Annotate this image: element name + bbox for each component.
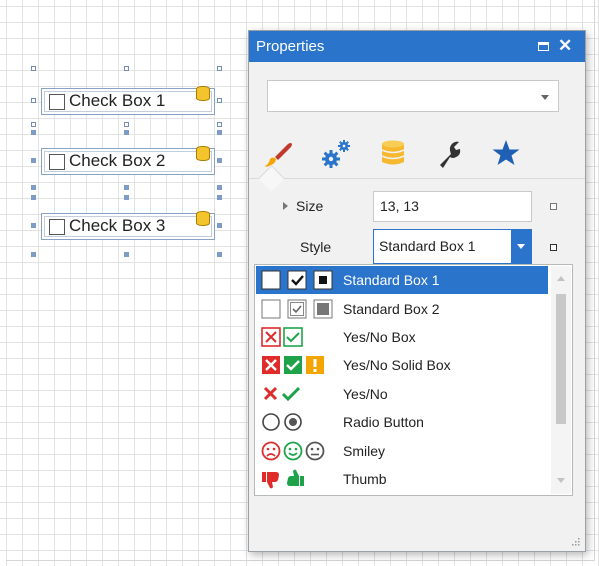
radio-button-icons [262, 413, 302, 431]
scroll-thumb[interactable] [556, 294, 566, 424]
resize-handle[interactable] [124, 66, 129, 71]
resize-handle[interactable] [31, 98, 36, 103]
resize-handle[interactable] [217, 185, 222, 190]
size-value: 13, 13 [380, 198, 419, 214]
yes-no-icons [263, 386, 301, 402]
checkbox-square [49, 219, 65, 235]
chevron-down-icon[interactable] [541, 95, 549, 100]
tab-behavior[interactable] [319, 135, 355, 171]
resize-handle[interactable] [217, 98, 222, 103]
check-box-label: Check Box 1 [69, 91, 166, 110]
dropdown-option[interactable]: Standard Box 2 [256, 295, 548, 323]
resize-handle[interactable] [31, 195, 36, 200]
resize-handle[interactable] [217, 195, 222, 200]
paintbrush-icon [265, 143, 292, 167]
check-box-2[interactable]: Check Box 2 [41, 146, 215, 175]
tab-separator [249, 178, 585, 179]
resize-handle[interactable] [217, 252, 222, 257]
property-marker-icon[interactable] [550, 203, 557, 210]
resize-handle[interactable] [124, 195, 129, 200]
option-label: Smiley [343, 443, 386, 459]
dropdown-option[interactable]: Yes/No Box [256, 323, 548, 351]
resize-handle[interactable] [217, 158, 222, 163]
smiley-icons [261, 441, 325, 461]
check-box-3[interactable]: Check Box 3 [41, 211, 215, 240]
property-label-size: Size [296, 198, 324, 214]
check-box-1[interactable]: Check Box 1 [41, 86, 215, 115]
dropdown-option[interactable]: Smiley [256, 437, 548, 465]
dropdown-option[interactable]: Yes/No [256, 380, 548, 408]
option-label: Yes/No [343, 386, 388, 402]
option-label: Standard Box 1 [343, 272, 440, 288]
resize-handle[interactable] [124, 122, 129, 127]
scroll-down-icon[interactable] [557, 478, 565, 483]
dropdown-button[interactable] [511, 230, 531, 263]
resize-handle[interactable] [217, 130, 222, 135]
property-marker-icon[interactable] [550, 244, 557, 251]
checkbox-square [49, 94, 65, 110]
resize-handle[interactable] [31, 223, 36, 228]
resize-handle[interactable] [217, 122, 222, 127]
yes-no-box-icons [261, 327, 303, 347]
tab-data[interactable] [375, 135, 411, 171]
database-icon [381, 140, 405, 165]
object-selector[interactable] [267, 80, 559, 112]
yes-no-solid-box-icons [262, 356, 324, 374]
dropdown-option[interactable]: Yes/No Solid Box [256, 351, 548, 379]
panel-title: Properties [256, 38, 325, 55]
expand-arrow-icon[interactable] [283, 202, 288, 210]
option-label: Radio Button [343, 414, 424, 430]
data-binding-icon [196, 211, 210, 226]
resize-handle[interactable] [31, 130, 36, 135]
dropdown-option[interactable]: Standard Box 1 [256, 266, 548, 294]
option-label: Thumb [343, 471, 387, 487]
resize-handle[interactable] [124, 252, 129, 257]
property-label-style: Style [300, 239, 332, 255]
resize-handle[interactable] [31, 158, 36, 163]
standard-box-2-icons [261, 299, 333, 319]
resize-handle[interactable] [217, 223, 222, 228]
scroll-up-icon[interactable] [557, 276, 565, 281]
maximize-icon[interactable] [538, 42, 549, 51]
option-label: Yes/No Box [343, 329, 416, 345]
tab-actions[interactable] [431, 135, 467, 171]
style-dropdown-list[interactable]: Standard Box 1 Standard Box 2 Yes/No Box [254, 264, 573, 496]
thumb-icons [262, 469, 304, 489]
check-box-label: Check Box 3 [69, 216, 166, 235]
wrench-icon [440, 141, 461, 168]
check-box-label: Check Box 2 [69, 151, 166, 170]
option-label: Standard Box 2 [343, 301, 440, 317]
resize-handle[interactable] [124, 130, 129, 135]
tab-appearance[interactable] [261, 135, 297, 171]
data-binding-icon [196, 86, 210, 101]
size-input[interactable]: 13, 13 [373, 191, 532, 222]
checkbox-square [49, 154, 65, 170]
option-label: Yes/No Solid Box [343, 357, 451, 373]
resize-handle[interactable] [31, 252, 36, 257]
gears-icon [322, 140, 350, 168]
resize-handle[interactable] [124, 185, 129, 190]
resize-grip-icon[interactable] [570, 536, 580, 546]
dropdown-option[interactable]: Thumb [256, 465, 548, 493]
close-icon[interactable]: ✕ [558, 36, 572, 56]
resize-handle[interactable] [31, 66, 36, 71]
star-icon [492, 140, 520, 165]
resize-handle[interactable] [31, 185, 36, 190]
standard-box-1-icons [261, 270, 333, 290]
tab-favorites[interactable] [488, 135, 524, 171]
style-combobox[interactable]: Standard Box 1 [373, 229, 532, 264]
data-binding-icon [196, 146, 210, 161]
dropdown-option[interactable]: Radio Button [256, 408, 548, 436]
style-value: Standard Box 1 [379, 238, 476, 254]
panel-title-bar[interactable]: Properties ✕ [249, 31, 585, 62]
resize-handle[interactable] [217, 66, 222, 71]
resize-handle[interactable] [31, 122, 36, 127]
dropdown-scrollbar[interactable] [551, 266, 571, 494]
